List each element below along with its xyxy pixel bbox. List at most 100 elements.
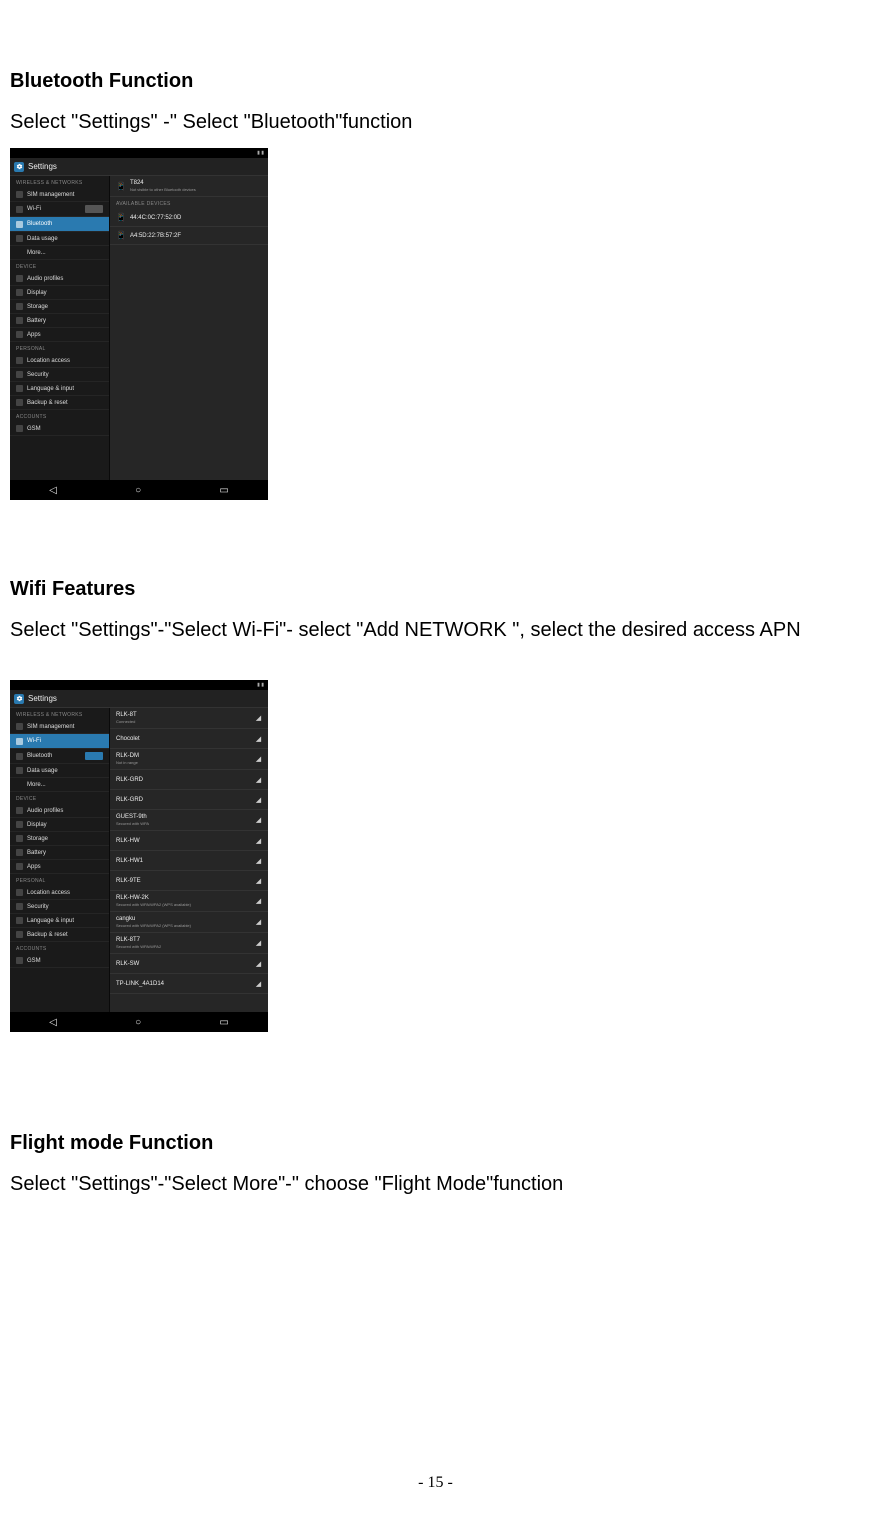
bluetooth-toggle[interactable] [85, 220, 103, 228]
sidebar-data[interactable]: Data usage [10, 232, 109, 246]
wifi-network-sub: Connected [116, 719, 137, 724]
sidebar-storage[interactable]: Storage [10, 300, 109, 314]
sidebar-location[interactable]: Location access [10, 886, 109, 900]
settings-icon [14, 162, 24, 172]
sidebar-location[interactable]: Location access [10, 354, 109, 368]
bt-device-1[interactable]: 📱44:4C:0C:77:52:0D [110, 209, 268, 227]
category-personal: PERSONAL [10, 874, 109, 886]
sidebar-bluetooth[interactable]: Bluetooth [10, 217, 109, 232]
sidebar-wifi[interactable]: Wi-Fi [10, 202, 109, 217]
wifi-network-row[interactable]: RLK-9TE◢ [110, 871, 268, 891]
sidebar-display[interactable]: Display [10, 818, 109, 832]
security-icon [16, 371, 23, 378]
sidebar-security[interactable]: Security [10, 900, 109, 914]
category-accounts: ACCOUNTS [10, 942, 109, 954]
sim-icon [16, 723, 23, 730]
wifi-network-row[interactable]: RLK-GRD◢ [110, 790, 268, 810]
bluetooth-text: Select "Settings" -" Select "Bluetooth"f… [10, 109, 861, 136]
wifi-network-row[interactable]: RLK-HW1◢ [110, 851, 268, 871]
wifi-network-name: cangku [116, 916, 191, 922]
sidebar-display[interactable]: Display [10, 286, 109, 300]
backup-icon [16, 399, 23, 406]
wifi-network-name: RLK-SW [116, 961, 139, 967]
sidebar-audio[interactable]: Audio profiles [10, 804, 109, 818]
wifi-network-row[interactable]: cangkuSecured with WPA/WPA2 (WPS availab… [110, 912, 268, 933]
back-button[interactable]: ◁ [49, 1017, 57, 1028]
sidebar-battery[interactable]: Battery [10, 846, 109, 860]
wifi-network-row[interactable]: RLK-DMNot in range◢ [110, 749, 268, 770]
sidebar-data[interactable]: Data usage [10, 764, 109, 778]
wifi-network-sub: Secured with WPA/WPA2 (WPS available) [116, 923, 191, 928]
sidebar-more[interactable]: More... [10, 778, 109, 792]
sidebar-apps[interactable]: Apps [10, 860, 109, 874]
sidebar-gsm[interactable]: GSM [10, 954, 109, 968]
status-bar: ▮ ▮ [10, 680, 268, 690]
home-button[interactable]: ○ [135, 1017, 141, 1028]
sidebar-audio[interactable]: Audio profiles [10, 272, 109, 286]
wifi-signal-icon: ◢ [255, 898, 262, 905]
wifi-signal-icon: ◢ [255, 837, 262, 844]
category-device: DEVICE [10, 792, 109, 804]
sidebar-lang[interactable]: Language & input [10, 382, 109, 396]
sidebar-storage[interactable]: Storage [10, 832, 109, 846]
sidebar-sim[interactable]: SIM management [10, 188, 109, 202]
data-icon [16, 767, 23, 774]
wifi-network-row[interactable]: GUEST-9thSecured with WPA◢ [110, 810, 268, 831]
back-button[interactable]: ◁ [49, 485, 57, 496]
wifi-heading: Wifi Features [10, 578, 861, 601]
bt-device-2[interactable]: 📱A4:5D:22:7B:57:2F [110, 227, 268, 245]
sidebar-security[interactable]: Security [10, 368, 109, 382]
home-button[interactable]: ○ [135, 485, 141, 496]
bluetooth-toggle[interactable] [85, 752, 103, 760]
wifi-network-row[interactable]: RLK-HW-2KSecured with WPA/WPA2 (WPS avai… [110, 891, 268, 912]
bluetooth-heading: Bluetooth Function [10, 70, 861, 93]
recent-button[interactable]: ▭ [219, 1017, 228, 1028]
display-icon [16, 821, 23, 828]
sidebar-lang[interactable]: Language & input [10, 914, 109, 928]
wifi-network-name: RLK-HW-2K [116, 895, 191, 901]
wifi-network-row[interactable]: RLK-HW◢ [110, 831, 268, 851]
status-bar: ▮ ▮ [10, 148, 268, 158]
settings-icon [14, 694, 24, 704]
battery-icon [16, 317, 23, 324]
wifi-signal-icon: ◢ [255, 756, 262, 763]
wifi-toggle[interactable] [85, 205, 103, 213]
bt-device-name-row[interactable]: 📱 T824Not visible to other Bluetooth dev… [110, 176, 268, 197]
sidebar-sim[interactable]: SIM management [10, 720, 109, 734]
recent-button[interactable]: ▭ [219, 485, 228, 496]
lang-icon [16, 917, 23, 924]
wifi-network-name: GUEST-9th [116, 814, 149, 820]
settings-sidebar: WIRELESS & NETWORKS SIM management Wi-Fi… [10, 708, 110, 1012]
sidebar-backup[interactable]: Backup & reset [10, 396, 109, 410]
wifi-network-name: RLK-8T [116, 712, 137, 718]
wifi-signal-icon: ◢ [255, 817, 262, 824]
sidebar-wifi[interactable]: Wi-Fi [10, 734, 109, 749]
wifi-network-row[interactable]: Chocolet◢ [110, 729, 268, 749]
display-icon [16, 289, 23, 296]
location-icon [16, 889, 23, 896]
wifi-network-row[interactable]: RLK-8T7Secured with WPA/WPA2◢ [110, 933, 268, 954]
wifi-network-row[interactable]: RLK-GRD◢ [110, 770, 268, 790]
sidebar-more[interactable]: More... [10, 246, 109, 260]
wifi-signal-icon: ◢ [255, 796, 262, 803]
nav-bar: ◁ ○ ▭ [10, 480, 268, 500]
backup-icon [16, 931, 23, 938]
category-personal: PERSONAL [10, 342, 109, 354]
wifi-signal-icon: ◢ [255, 919, 262, 926]
wifi-network-row[interactable]: RLK-SW ◢ [110, 954, 268, 974]
app-header: Settings [10, 690, 268, 708]
wifi-network-row[interactable]: TP-LINK_4A1D14◢ [110, 974, 268, 994]
wifi-network-sub: Not in range [116, 760, 139, 765]
sidebar-apps[interactable]: Apps [10, 328, 109, 342]
sidebar-gsm[interactable]: GSM [10, 422, 109, 436]
sidebar-bluetooth[interactable]: Bluetooth [10, 749, 109, 764]
wifi-signal-icon: ◢ [255, 960, 262, 967]
wifi-network-row[interactable]: RLK-8TConnected◢ [110, 708, 268, 729]
data-icon [16, 235, 23, 242]
storage-icon [16, 835, 23, 842]
sidebar-backup[interactable]: Backup & reset [10, 928, 109, 942]
sidebar-battery[interactable]: Battery [10, 314, 109, 328]
audio-icon [16, 807, 23, 814]
gsm-icon [16, 957, 23, 964]
wifi-toggle[interactable] [85, 737, 103, 745]
